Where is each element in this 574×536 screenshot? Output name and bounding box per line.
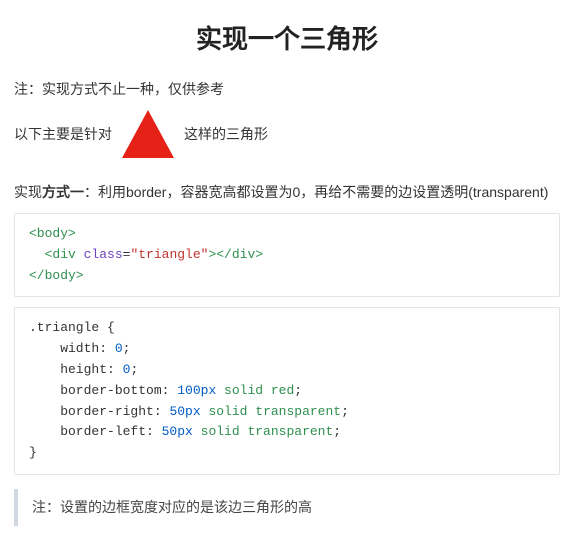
code-token: border-right: <box>29 404 169 419</box>
code-token: ; <box>294 383 302 398</box>
code-token: transparent <box>247 404 341 419</box>
code-token: solid <box>216 383 263 398</box>
footnote-text: 注：设置的边框宽度对应的是该边三角形的高 <box>32 499 312 515</box>
code-token: height: <box>29 362 123 377</box>
intro-line: 以下主要是针对 这样的三角形 <box>14 110 560 158</box>
code-token: "triangle" <box>130 247 208 262</box>
code-token: ; <box>130 362 138 377</box>
method-bold: 方式一 <box>42 184 84 200</box>
code-block-html: <body> <div class="triangle"></div> </bo… <box>14 213 560 297</box>
page-title: 实现一个三角形 <box>14 20 560 59</box>
method-rest: ：利用border，容器宽高都设置为0，再给不需要的边设置透明(transpar… <box>84 184 548 200</box>
code-token: red <box>263 383 294 398</box>
code-token: border-bottom: <box>29 383 177 398</box>
code-token: 50px <box>162 424 193 439</box>
code-token: </body> <box>29 268 84 283</box>
method-one-heading: 实现方式一：利用border，容器宽高都设置为0，再给不需要的边设置透明(tra… <box>14 182 560 203</box>
code-token: <body> <box>29 226 76 241</box>
note-text: 注：实现方式不止一种，仅供参考 <box>14 79 560 100</box>
code-token: border-left: <box>29 424 162 439</box>
code-token: ></div> <box>208 247 263 262</box>
code-token: 50px <box>169 404 200 419</box>
code-token: solid <box>193 424 240 439</box>
code-token: ; <box>341 404 349 419</box>
code-token: class <box>76 247 123 262</box>
code-token: ; <box>333 424 341 439</box>
method-prefix: 实现 <box>14 184 42 200</box>
intro-before: 以下主要是针对 <box>14 124 112 145</box>
code-token: <div <box>29 247 76 262</box>
footnote-blockquote: 注：设置的边框宽度对应的是该边三角形的高 <box>14 489 560 526</box>
code-token: 0 <box>115 341 123 356</box>
code-block-css: .triangle { width: 0; height: 0; border-… <box>14 307 560 475</box>
code-token: ; <box>123 341 131 356</box>
code-token: 100px <box>177 383 216 398</box>
code-token: } <box>29 445 37 460</box>
code-token: solid <box>201 404 248 419</box>
red-triangle-icon <box>122 110 174 158</box>
code-token: transparent <box>240 424 334 439</box>
code-token: .triangle { <box>29 320 115 335</box>
code-token: width: <box>29 341 115 356</box>
intro-after: 这样的三角形 <box>184 124 268 145</box>
